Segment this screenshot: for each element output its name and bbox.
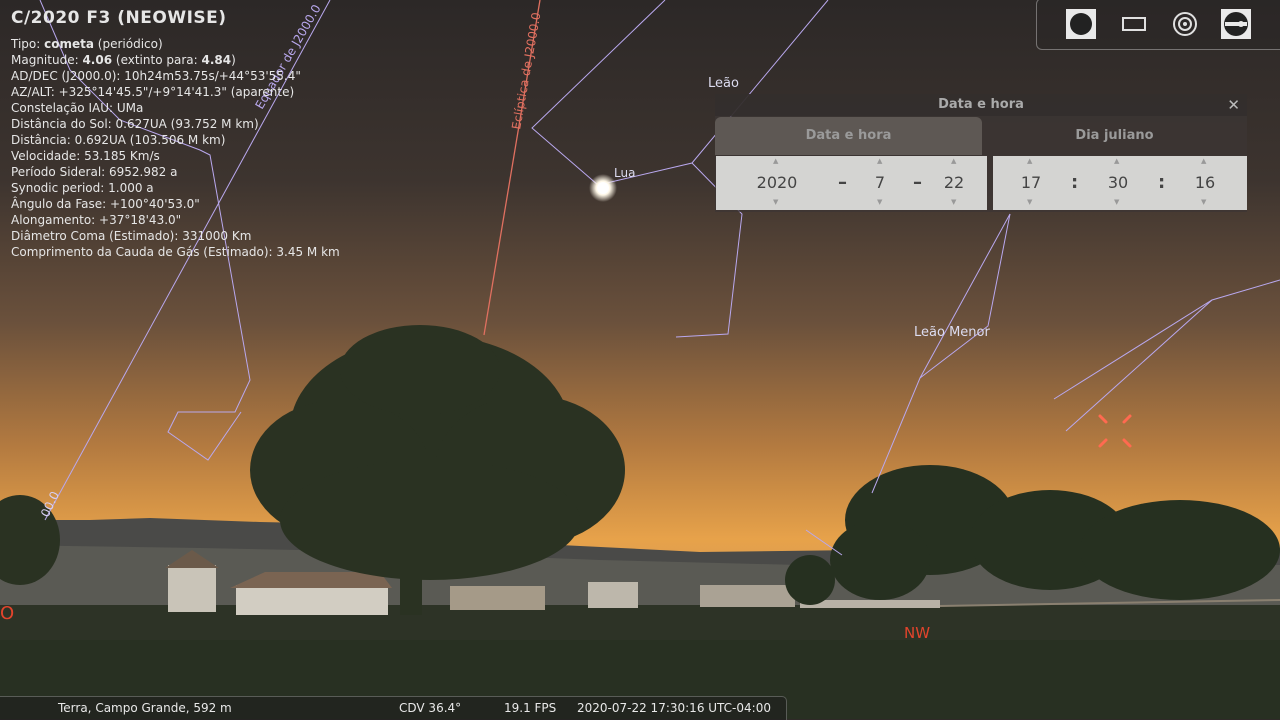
close-icon[interactable]: ✕	[1227, 97, 1240, 113]
distance-row: Distância: 0.692UA (103.506 M km)	[11, 133, 226, 147]
datetime-text[interactable]: 2020-07-22 17:30:16 UTC-04:00	[577, 701, 771, 715]
tab-julian-day[interactable]: Dia juliano	[982, 117, 1247, 155]
constellation-row: Constelação IAU: UMa	[11, 101, 144, 115]
date-separator: –	[838, 172, 847, 193]
magnitude-label: Magnitude:	[11, 53, 79, 67]
type-value: cometa	[44, 37, 94, 51]
telescope-icon[interactable]	[1221, 9, 1251, 39]
time-separator: :	[1158, 172, 1166, 193]
object-info-panel: C/2020 F3 (NEOWISE) Tipo: cometa (periód…	[11, 10, 340, 260]
fov-text: CDV 36.4°	[399, 701, 462, 715]
date-panel: ▲ 2020 ▼ – ▲ 7 ▼ – ▲ 22 ▼	[716, 156, 987, 210]
sidereal-period-row: Período Sideral: 6952.982 a	[11, 165, 178, 179]
cardinal-northwest: NW	[904, 624, 931, 642]
date-time-dialog: Data e hora ✕ Data e hora Dia juliano ▲ …	[715, 94, 1247, 212]
moon-label[interactable]: Lua	[614, 166, 635, 180]
top-right-toolbar	[1036, 0, 1280, 50]
month-down-icon[interactable]: ▼	[877, 198, 882, 206]
location-text[interactable]: Terra, Campo Grande, 592 m	[58, 701, 232, 715]
type-label: Tipo:	[11, 37, 41, 51]
magnitude-extinct-value: 4.84	[201, 53, 232, 67]
velocity-row: Velocidade: 53.185 Km/s	[11, 149, 160, 163]
hour-down-icon[interactable]: ▼	[1027, 198, 1032, 206]
magnitude-close: )	[231, 53, 236, 67]
phase-angle-row: Ângulo da Fase: +100°40'53.0"	[11, 197, 200, 211]
type-extra: (periódico)	[97, 37, 163, 51]
tail-length-row: Comprimento da Cauda de Gás (Estimado): …	[11, 245, 340, 259]
target-icon[interactable]	[1170, 9, 1200, 39]
day-down-icon[interactable]: ▼	[951, 198, 956, 206]
object-name: C/2020 F3 (NEOWISE)	[11, 8, 227, 28]
status-bar: Terra, Campo Grande, 592 m CDV 36.4° 19.…	[0, 696, 787, 720]
type-row: Tipo: cometa (periódico)	[11, 36, 340, 52]
elongation-row: Alongamento: +37°18'43.0"	[11, 213, 182, 227]
second-down-icon[interactable]: ▼	[1201, 198, 1206, 206]
year-down-icon[interactable]: ▼	[773, 198, 778, 206]
date-separator: –	[913, 172, 922, 193]
fps-text: 19.1 FPS	[504, 701, 557, 715]
synodic-period-row: Synodic period: 1.000 a	[11, 181, 154, 195]
rectangle-icon[interactable]	[1119, 9, 1149, 39]
dialog-title[interactable]: Data e hora	[715, 94, 1247, 116]
tab-date-time[interactable]: Data e hora	[715, 117, 982, 155]
time-panel: ▲ 17 ▼ : ▲ 30 ▼ : ▲ 16 ▼	[993, 156, 1247, 210]
time-separator: :	[1071, 172, 1079, 193]
ra-dec-row: AD/DEC (J2000.0): 10h24m53.75s/+44°53'55…	[11, 69, 301, 83]
magnitude-row: Magnitude: 4.06 (extinto para: 4.84)	[11, 52, 340, 68]
distance-sun-row: Distância do Sol: 0.627UA (93.752 M km)	[11, 117, 259, 131]
coma-diameter-row: Diâmetro Coma (Estimado): 331000 Km	[11, 229, 252, 243]
constellation-label-leo-minor[interactable]: Leão Menor	[914, 325, 990, 340]
magnitude-extinct-label: (extinto para:	[115, 53, 198, 67]
constellation-label-leo[interactable]: Leão	[708, 76, 739, 91]
planet-icon[interactable]	[1066, 9, 1096, 39]
magnitude-value: 4.06	[82, 53, 113, 67]
az-alt-row: AZ/ALT: +325°14'45.5"/+9°14'41.3" (apare…	[11, 85, 295, 99]
minute-down-icon[interactable]: ▼	[1114, 198, 1119, 206]
cardinal-west: O	[0, 603, 15, 624]
